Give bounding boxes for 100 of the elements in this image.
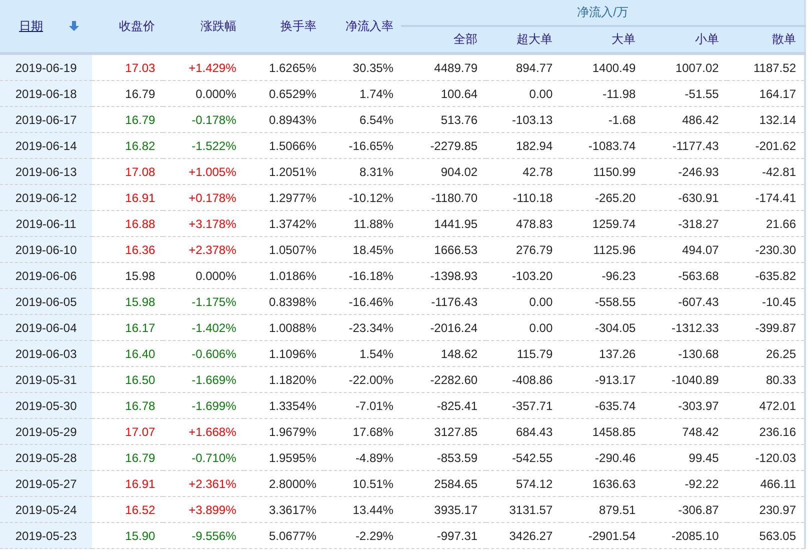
change-cell: -1.175% — [163, 288, 244, 314]
price-cell: 16.36 — [92, 236, 164, 262]
inflow-cell: -558.55 — [560, 288, 644, 314]
inflow-cell: 494.07 — [644, 236, 727, 262]
rate-cell: -7.01% — [324, 392, 402, 418]
change-cell: +0.178% — [163, 184, 244, 210]
inflow-cell: 115.79 — [486, 340, 561, 366]
turnover-cell: 1.6265% — [244, 54, 324, 80]
price-cell: 15.98 — [92, 262, 164, 288]
inflow-cell: 1259.74 — [560, 210, 644, 236]
inflow-cell: -1180.70 — [401, 184, 486, 210]
inflow-cell: -607.43 — [644, 288, 727, 314]
column-header[interactable]: 净流入率 — [324, 0, 402, 54]
date-cell: 2019-05-27 — [0, 470, 92, 496]
turnover-cell: 1.2977% — [244, 184, 324, 210]
date-cell: 2019-06-06 — [0, 262, 92, 288]
inflow-cell: 42.78 — [486, 158, 561, 184]
column-header[interactable]: 换手率 — [244, 0, 324, 54]
turnover-cell: 1.5066% — [244, 132, 324, 158]
date-header-link[interactable]: 日期 — [19, 18, 44, 34]
change-cell: -1.669% — [163, 366, 244, 392]
inflow-cell: -563.68 — [644, 262, 727, 288]
inflow-cell: -2016.24 — [401, 314, 486, 340]
inflow-cell: -11.98 — [560, 80, 644, 106]
rate-cell: -16.46% — [324, 288, 402, 314]
inflow-cell: 894.77 — [486, 54, 561, 80]
inflow-cell: 236.16 — [726, 418, 805, 444]
inflow-cell: -630.91 — [644, 184, 727, 210]
date-cell: 2019-05-30 — [0, 392, 92, 418]
price-cell: 16.78 — [92, 392, 164, 418]
column-header[interactable]: 涨跌幅 — [163, 0, 244, 54]
rate-cell: 30.35% — [324, 54, 402, 80]
column-header[interactable]: 全部 — [401, 26, 486, 54]
rate-cell: 13.44% — [324, 496, 402, 522]
inflow-cell: -408.86 — [486, 366, 561, 392]
inflow-cell: 1187.52 — [726, 54, 805, 80]
inflow-cell: -853.59 — [401, 444, 486, 470]
price-cell: 16.79 — [92, 444, 164, 470]
rate-cell: 1.54% — [324, 340, 402, 366]
inflow-cell: 0.00 — [486, 288, 561, 314]
inflow-cell: 3426.27 — [486, 522, 561, 548]
price-cell: 16.52 — [92, 496, 164, 522]
inflow-cell: -1.68 — [560, 106, 644, 132]
inflow-cell: 478.83 — [486, 210, 561, 236]
inflow-cell: 904.02 — [401, 158, 486, 184]
turnover-cell: 3.3617% — [244, 496, 324, 522]
inflow-cell: -110.18 — [486, 184, 561, 210]
price-cell: 15.90 — [92, 522, 164, 548]
inflow-cell: 486.42 — [644, 106, 727, 132]
change-cell: +1.668% — [163, 418, 244, 444]
turnover-cell: 1.0186% — [244, 262, 324, 288]
column-header[interactable]: 散单 — [726, 26, 805, 54]
inflow-cell: -103.13 — [486, 106, 561, 132]
inflow-cell: -265.20 — [560, 184, 644, 210]
inflow-cell: -1176.43 — [401, 288, 486, 314]
inflow-cell: 80.33 — [726, 366, 805, 392]
inflow-cell: 748.42 — [644, 418, 727, 444]
change-cell: +1.005% — [163, 158, 244, 184]
date-cell: 2019-06-10 — [0, 236, 92, 262]
inflow-cell: -1040.89 — [644, 366, 727, 392]
inflow-cell: 466.11 — [726, 470, 805, 496]
inflow-cell: -230.30 — [726, 236, 805, 262]
inflow-cell: 1666.53 — [401, 236, 486, 262]
inflow-cell: -1312.33 — [644, 314, 727, 340]
column-header[interactable]: 收盘价 — [92, 0, 164, 54]
column-header[interactable]: 超大单 — [486, 26, 561, 54]
price-cell: 16.79 — [92, 106, 164, 132]
inflow-cell: -399.87 — [726, 314, 805, 340]
inflow-cell: 276.79 — [486, 236, 561, 262]
inflow-cell: -1083.74 — [560, 132, 644, 158]
turnover-cell: 1.1096% — [244, 340, 324, 366]
inflow-cell: -10.45 — [726, 288, 805, 314]
inflow-cell: -2085.10 — [644, 522, 727, 548]
inflow-cell: -303.97 — [644, 392, 727, 418]
inflow-cell: -96.23 — [560, 262, 644, 288]
inflow-cell: -357.71 — [486, 392, 561, 418]
inflow-cell: 3935.17 — [401, 496, 486, 522]
change-cell: +2.361% — [163, 470, 244, 496]
change-cell: +3.178% — [163, 210, 244, 236]
group-header: 净流入/万 — [401, 0, 805, 26]
inflow-cell: 1458.85 — [560, 418, 644, 444]
inflow-cell: 2584.65 — [401, 470, 486, 496]
price-cell: 16.88 — [92, 210, 164, 236]
inflow-cell: 1125.96 — [560, 236, 644, 262]
date-cell: 2019-05-28 — [0, 444, 92, 470]
date-cell: 2019-06-14 — [0, 132, 92, 158]
inflow-cell: -635.82 — [726, 262, 805, 288]
inflow-cell: 230.97 — [726, 496, 805, 522]
change-cell: 0.000% — [163, 262, 244, 288]
price-cell: 16.91 — [92, 184, 164, 210]
column-header[interactable]: 大单 — [560, 26, 644, 54]
inflow-cell: 1007.02 — [644, 54, 727, 80]
column-header[interactable]: 小单 — [644, 26, 727, 54]
inflow-cell: 26.25 — [726, 340, 805, 366]
turnover-cell: 1.1820% — [244, 366, 324, 392]
price-cell: 15.98 — [92, 288, 164, 314]
change-cell: -9.556% — [163, 522, 244, 548]
sort-arrow-icon[interactable] — [69, 21, 80, 31]
price-cell: 16.50 — [92, 366, 164, 392]
inflow-cell: -201.62 — [726, 132, 805, 158]
